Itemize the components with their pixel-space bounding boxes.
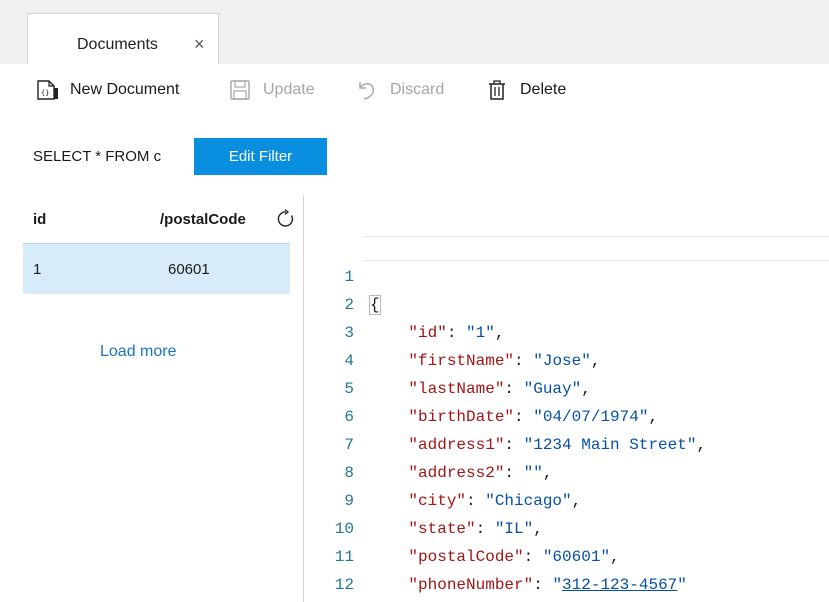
- row-postal-code-cell: 60601: [168, 261, 210, 278]
- edit-filter-button[interactable]: Edit Filter: [194, 138, 327, 175]
- trash-icon: [485, 78, 509, 102]
- code-line: 6 "address1": "1234 Main Street",: [330, 375, 829, 454]
- json-value-quote: ": [552, 576, 563, 594]
- json-key: "phoneNumber": [408, 576, 534, 594]
- code-line: 3 "firstName": "Jose",: [330, 291, 829, 370]
- toolbar: {} New Document Update Discard Delete: [0, 64, 829, 116]
- table-row[interactable]: 1 60601: [23, 243, 290, 294]
- save-icon: [228, 78, 252, 102]
- json-editor[interactable]: 1 { 2 "id": "1", 3 "firstName": "Jose", …: [330, 235, 829, 594]
- update-label: Update: [263, 81, 315, 98]
- code-line: 11 "phoneNumber": "312-123-4567": [330, 515, 829, 594]
- tab-strip: Documents ×: [0, 0, 829, 64]
- code-line: 9 "state": "IL",: [330, 459, 829, 538]
- code-line: 10 "postalCode": "60601",: [330, 487, 829, 566]
- code-line: 1 {: [330, 235, 829, 315]
- tab-documents-label: Documents: [77, 36, 158, 53]
- column-header-id[interactable]: id: [33, 211, 46, 228]
- code-line: 7 "address2": "",: [330, 403, 829, 482]
- pane-divider[interactable]: [303, 195, 304, 602]
- code-line: 8 "city": "Chicago",: [330, 431, 829, 510]
- discard-button[interactable]: Discard: [355, 76, 444, 104]
- delete-label: Delete: [520, 81, 567, 98]
- tab-documents[interactable]: Documents ×: [27, 13, 219, 64]
- update-button[interactable]: Update: [228, 76, 315, 104]
- refresh-icon[interactable]: [276, 209, 296, 229]
- new-document-label: New Document: [70, 81, 180, 98]
- line-number: 12: [334, 576, 354, 594]
- row-id-cell: 1: [33, 261, 42, 278]
- code-line: 5 "birthDate": "04/07/1974",: [330, 347, 829, 426]
- code-line: 4 "lastName": "Guay",: [330, 319, 829, 398]
- column-header-postal-code[interactable]: /postalCode: [160, 211, 246, 228]
- json-value-quote: ": [677, 576, 687, 594]
- svg-text:{}: {}: [41, 89, 49, 97]
- close-icon[interactable]: ×: [194, 35, 205, 53]
- code-line: 12 }: [330, 543, 829, 594]
- new-document-button[interactable]: {} New Document: [35, 76, 179, 104]
- query-text: SELECT * FROM c: [33, 148, 162, 165]
- phone-link[interactable]: 312-123-4567: [562, 576, 677, 594]
- delete-button[interactable]: Delete: [485, 76, 566, 104]
- code-line: 2 "id": "1",: [330, 263, 829, 342]
- load-more-link[interactable]: Load more: [100, 343, 177, 361]
- new-document-icon: {}: [35, 78, 59, 102]
- undo-icon: [355, 78, 379, 102]
- discard-label: Discard: [390, 81, 445, 98]
